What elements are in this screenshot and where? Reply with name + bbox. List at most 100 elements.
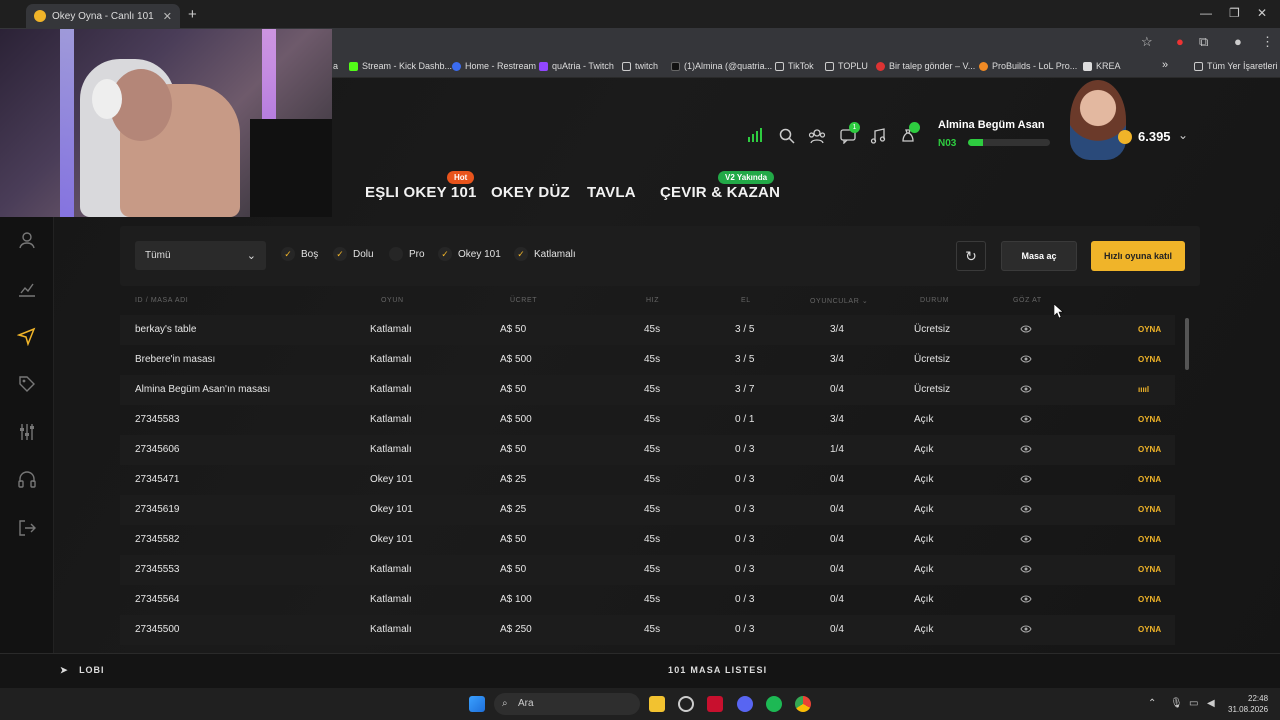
bookmark-prefix[interactable]: a [333,61,338,71]
bookmark-item[interactable]: Home - Restream [452,61,536,71]
music-icon[interactable] [870,128,886,148]
col-header-goz-at[interactable]: GÖZ AT [1013,297,1042,304]
profile-icon[interactable]: ● [1234,34,1242,49]
col-header-ucret[interactable]: ÜCRET [510,297,537,304]
minimize-icon[interactable]: — [1200,6,1212,20]
chevron-down-icon[interactable]: ⌄ [1178,128,1188,142]
col-header-hiz[interactable]: HIZ [646,297,659,304]
bookmark-item[interactable]: (1)Almina (@quatria... [671,61,772,71]
play-button[interactable]: OYNA [1138,355,1161,364]
filter-dolu[interactable]: ✓ Dolu [333,247,374,261]
new-tab-icon[interactable]: + [188,6,197,23]
table-row[interactable]: 27345582 Okey 101 A$ 50 45s 0 / 3 0/4 Açık OYNA [120,525,1175,555]
play-button[interactable]: OYNA [1138,505,1161,514]
bookmark-item[interactable]: ProBuilds - LoL Pro... [979,61,1077,71]
logout-icon[interactable] [17,518,37,538]
search-icon[interactable] [779,128,795,148]
support-headset-icon[interactable] [17,470,37,490]
settings-sliders-icon[interactable] [17,422,37,442]
play-button[interactable]: OYNA [1138,415,1161,424]
refresh-button[interactable]: ↻ [956,241,986,271]
bookmark-item[interactable]: Tüm Yer İşaretleri [1194,61,1278,71]
table-row[interactable]: Almina Begüm Asan'ın masası Katlamalı A$ 5… [120,375,1175,405]
avatar[interactable] [1070,80,1126,160]
play-button[interactable]: OYNA [1138,595,1161,604]
more-bookmarks-icon[interactable]: » [1162,59,1168,71]
bookmark-star-icon[interactable]: ☆ [1141,34,1153,50]
table-row[interactable]: 27345606 Katlamalı A$ 50 45s 0 / 3 1/4 Açık OYN… [120,435,1175,465]
nav-cevir-kazan[interactable]: ÇEVIR & KAZAN [660,184,780,201]
bookmark-item[interactable]: twitch [622,61,658,71]
close-window-icon[interactable]: ✕ [1257,6,1267,20]
play-button[interactable]: OYNA [1138,325,1161,334]
menu-dots-icon[interactable]: ⋮ [1261,34,1274,50]
filter-pro[interactable]: Pro [389,247,425,261]
system-clock[interactable]: 22:48 31.08.2026 [1228,693,1268,715]
play-button[interactable]: OYNA [1138,565,1161,574]
nav-tavla[interactable]: TAVLA [587,184,636,201]
table-row[interactable]: 27345500 Katlamalı A$ 250 45s 0 / 3 0/4 Açık OY… [120,615,1175,645]
col-header-id[interactable]: ID / MASA ADI [135,297,188,304]
chrome-icon[interactable] [795,696,811,712]
eye-icon[interactable] [1020,504,1032,517]
col-header-oyuncular[interactable]: OYUNCULAR ⌄ [810,297,868,305]
eye-icon[interactable] [1020,444,1032,457]
eye-icon[interactable] [1020,474,1032,487]
nav-esli-okey-101[interactable]: EŞLI OKEY 101 [365,184,477,201]
scrollbar[interactable] [1185,318,1189,370]
maximize-icon[interactable]: ❐ [1229,6,1240,20]
tray-chevron-icon[interactable]: ⌃ [1148,698,1156,709]
app-icon[interactable] [678,696,694,712]
col-header-el[interactable]: EL [741,297,751,304]
filter-katlamali[interactable]: ✓ Katlamalı [514,247,576,261]
filter-bos[interactable]: ✓ Boş [281,247,318,261]
play-button[interactable]: OYNA [1138,445,1161,454]
table-row[interactable]: 27345564 Katlamalı A$ 100 45s 0 / 3 0/4 Açık OY… [120,585,1175,615]
stats-icon[interactable] [17,279,37,299]
bookmark-item[interactable]: Stream - Kick Dashb... [349,61,452,71]
eye-icon[interactable] [1020,384,1032,397]
navigate-icon[interactable] [16,326,37,347]
browser-tab[interactable]: Okey Oyna - Canlı 101 Okey ve ✕ [26,4,180,28]
bookmark-item[interactable]: quAtria - Twitch [539,61,614,71]
eye-icon[interactable] [1020,564,1032,577]
play-button[interactable]: OYNA [1138,535,1161,544]
bookmark-item[interactable]: KREA [1083,61,1121,71]
bookmark-item[interactable]: TOPLU [825,61,868,71]
lobby-button[interactable]: ➤ LOBI [60,665,105,676]
game-type-select[interactable]: Tümü ⌄ [135,241,266,270]
nav-okey-duz[interactable]: OKEY DÜZ [491,184,570,201]
table-row[interactable]: 27345553 Katlamalı A$ 50 45s 0 / 3 0/4 Açık OYN… [120,555,1175,585]
bookmark-item[interactable]: TikTok [775,61,814,71]
extension-icon[interactable]: ● [1176,34,1184,49]
create-table-button[interactable]: Masa aç [1001,241,1077,271]
table-row[interactable]: 27345471 Okey 101 A$ 25 45s 0 / 3 0/4 Açık OYNA [120,465,1175,495]
eye-icon[interactable] [1020,414,1032,427]
playing-indicator[interactable]: ııııl [1138,385,1149,394]
table-row[interactable]: Brebere'in masası Katlamalı A$ 500 45s 3 / 5… [120,345,1175,375]
col-header-oyun[interactable]: OYUN [381,297,404,304]
volume-icon[interactable]: ◀ [1207,698,1215,709]
eye-icon[interactable] [1020,354,1032,367]
taskbar-search[interactable]: ⌕ Ara [494,693,640,715]
eye-icon[interactable] [1020,324,1032,337]
quick-join-button[interactable]: Hızlı oyuna katıl [1091,241,1185,271]
spotify-icon[interactable] [766,696,782,712]
friends-icon[interactable] [808,128,826,148]
user-icon[interactable] [17,230,37,250]
table-row[interactable]: 27345619 Okey 101 A$ 25 45s 0 / 3 0/4 Açık OYNA [120,495,1175,525]
extensions-puzzle-icon[interactable]: ⧉ [1199,34,1208,50]
windows-start-icon[interactable] [469,696,485,712]
play-button[interactable]: OYNA [1138,475,1161,484]
eye-icon[interactable] [1020,534,1032,547]
filter-okey-101[interactable]: ✓ Okey 101 [438,247,501,261]
bookmark-item[interactable]: Bir talep gönder – V... [876,61,975,71]
close-tab-icon[interactable]: ✕ [163,10,172,23]
app-icon[interactable] [707,696,723,712]
eye-icon[interactable] [1020,594,1032,607]
network-icon[interactable]: ▭ [1189,698,1198,709]
file-explorer-icon[interactable] [649,696,665,712]
discord-icon[interactable] [737,696,753,712]
microphone-icon[interactable]: 🎙 [1170,698,1183,709]
play-button[interactable]: OYNA [1138,625,1161,634]
